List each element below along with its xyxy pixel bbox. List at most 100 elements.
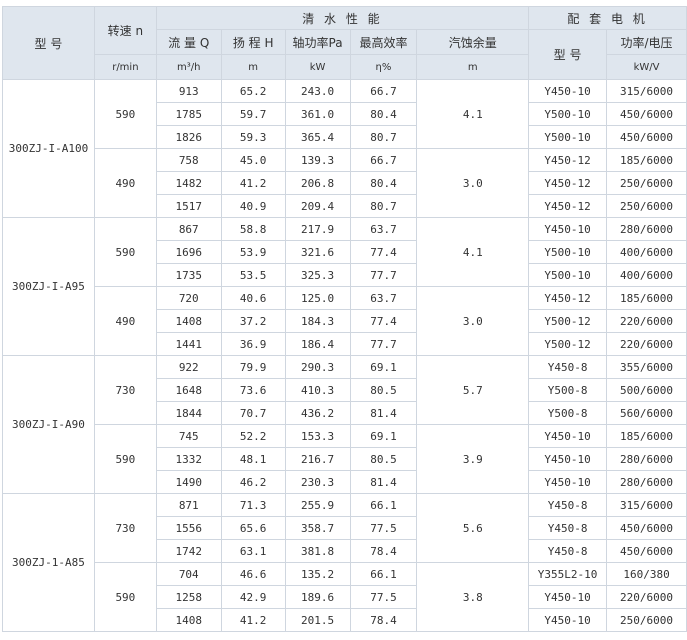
table-row: 300ZJ-I-A100 590 913 65.2 243.0 66.7 4.1 Y450-1… — [2, 79, 687, 218]
max-efficiency-cell: 80.5 — [349, 378, 418, 402]
head-cell: 70.7 — [220, 401, 286, 425]
table-header: 型 号 转速 n 清 水 性 能 配 套 电 机 流 量 Q 扬 程 H 轴功率… — [2, 6, 687, 80]
npsh-cell: 5.6 — [416, 493, 530, 563]
flow-cell: 1735 — [155, 263, 222, 287]
head-cell: 45.0 — [220, 148, 286, 172]
max-efficiency-cell: 63.7 — [349, 217, 418, 241]
max-efficiency-cell: 80.7 — [349, 125, 418, 149]
header-head-unit: m — [220, 54, 286, 80]
header-speed: 转速 n — [93, 6, 157, 55]
head-cell: 59.3 — [220, 125, 286, 149]
header-max-efficiency: 最高效率 — [349, 29, 418, 55]
motor-model-cell: Y450-10 — [528, 608, 608, 632]
head-cell: 46.2 — [220, 470, 286, 494]
head-cell: 73.6 — [220, 378, 286, 402]
header-power-voltage: 功率/电压 — [606, 29, 687, 55]
flow-cell: 1408 — [155, 309, 222, 333]
power-voltage-cell: 280/6000 — [606, 470, 687, 494]
head-cell: 79.9 — [220, 355, 286, 379]
npsh-cell: 3.0 — [416, 148, 530, 218]
power-voltage-cell: 185/6000 — [606, 148, 687, 172]
npsh-cell: 3.0 — [416, 286, 530, 356]
max-efficiency-cell: 80.4 — [349, 102, 418, 126]
max-efficiency-cell: 63.7 — [349, 286, 418, 310]
head-cell: 65.6 — [220, 516, 286, 540]
speed-cell: 730 — [93, 355, 157, 425]
flow-cell: 1258 — [155, 585, 222, 609]
header-flow: 流 量 Q — [155, 29, 222, 55]
head-cell: 42.9 — [220, 585, 286, 609]
power-voltage-cell: 250/6000 — [606, 171, 687, 195]
flow-cell: 1696 — [155, 240, 222, 264]
speed-cell: 590 — [93, 424, 157, 494]
head-cell: 40.9 — [220, 194, 286, 218]
power-voltage-cell: 280/6000 — [606, 447, 687, 471]
shaft-power-cell: 153.3 — [284, 424, 351, 448]
pump-model-cell: 300ZJ-I-A100 — [2, 79, 95, 218]
motor-model-cell: Y450-12 — [528, 286, 608, 310]
npsh-cell: 3.8 — [416, 562, 530, 632]
motor-model-cell: Y500-10 — [528, 102, 608, 126]
head-cell: 40.6 — [220, 286, 286, 310]
flow-cell: 1482 — [155, 171, 222, 195]
flow-cell: 867 — [155, 217, 222, 241]
shaft-power-cell: 436.2 — [284, 401, 351, 425]
motor-model-cell: Y450-8 — [528, 493, 608, 517]
power-voltage-cell: 250/6000 — [606, 194, 687, 218]
speed-cell: 490 — [93, 286, 157, 356]
flow-cell: 758 — [155, 148, 222, 172]
page: 型 号 转速 n 清 水 性 能 配 套 电 机 流 量 Q 扬 程 H 轴功率… — [0, 0, 687, 640]
header-npsh-unit: m — [416, 54, 530, 80]
power-voltage-cell: 160/380 — [606, 562, 687, 586]
flow-cell: 1408 — [155, 608, 222, 632]
header-flow-unit: m³/h — [155, 54, 222, 80]
max-efficiency-cell: 66.1 — [349, 493, 418, 517]
power-voltage-cell: 220/6000 — [606, 585, 687, 609]
header-model: 型 号 — [2, 6, 95, 80]
shaft-power-cell: 125.0 — [284, 286, 351, 310]
power-voltage-cell: 220/6000 — [606, 332, 687, 356]
motor-model-cell: Y450-10 — [528, 585, 608, 609]
max-efficiency-cell: 77.7 — [349, 332, 418, 356]
pump-model-cell: 300ZJ-I-A90 — [2, 355, 95, 494]
motor-model-cell: Y450-8 — [528, 539, 608, 563]
max-efficiency-cell: 80.4 — [349, 171, 418, 195]
power-voltage-cell: 450/6000 — [606, 516, 687, 540]
head-cell: 41.2 — [220, 171, 286, 195]
max-efficiency-cell: 81.4 — [349, 470, 418, 494]
flow-cell: 922 — [155, 355, 222, 379]
power-voltage-cell: 185/6000 — [606, 286, 687, 310]
npsh-cell: 4.1 — [416, 79, 530, 149]
motor-model-cell: Y500-10 — [528, 125, 608, 149]
motor-model-cell: Y355L2-10 — [528, 562, 608, 586]
motor-model-cell: Y450-8 — [528, 516, 608, 540]
max-efficiency-cell: 80.5 — [349, 447, 418, 471]
power-voltage-cell: 400/6000 — [606, 240, 687, 264]
header-matching-motor: 配 套 电 机 — [528, 6, 687, 30]
shaft-power-cell: 358.7 — [284, 516, 351, 540]
flow-cell: 1441 — [155, 332, 222, 356]
power-voltage-cell: 355/6000 — [606, 355, 687, 379]
shaft-power-cell: 365.4 — [284, 125, 351, 149]
flow-cell: 1517 — [155, 194, 222, 218]
head-cell: 63.1 — [220, 539, 286, 563]
shaft-power-cell: 321.6 — [284, 240, 351, 264]
head-cell: 71.3 — [220, 493, 286, 517]
max-efficiency-cell: 77.4 — [349, 309, 418, 333]
shaft-power-cell: 209.4 — [284, 194, 351, 218]
header-power-voltage-unit: kW/V — [606, 54, 687, 80]
head-cell: 53.9 — [220, 240, 286, 264]
shaft-power-cell: 216.7 — [284, 447, 351, 471]
max-efficiency-cell: 77.4 — [349, 240, 418, 264]
power-voltage-cell: 500/6000 — [606, 378, 687, 402]
table-row: 300ZJ-1-A85 730 871 71.3 255.9 66.1 5.6 Y450-8 3… — [2, 493, 687, 632]
shaft-power-cell: 217.9 — [284, 217, 351, 241]
table-body: 300ZJ-I-A100 590 913 65.2 243.0 66.7 4.1 Y450-1… — [2, 79, 687, 632]
header-speed-unit: r/min — [93, 54, 157, 80]
max-efficiency-cell: 69.1 — [349, 355, 418, 379]
head-cell: 52.2 — [220, 424, 286, 448]
flow-cell: 1826 — [155, 125, 222, 149]
shaft-power-cell: 184.3 — [284, 309, 351, 333]
motor-model-cell: Y450-10 — [528, 470, 608, 494]
max-efficiency-cell: 66.1 — [349, 562, 418, 586]
